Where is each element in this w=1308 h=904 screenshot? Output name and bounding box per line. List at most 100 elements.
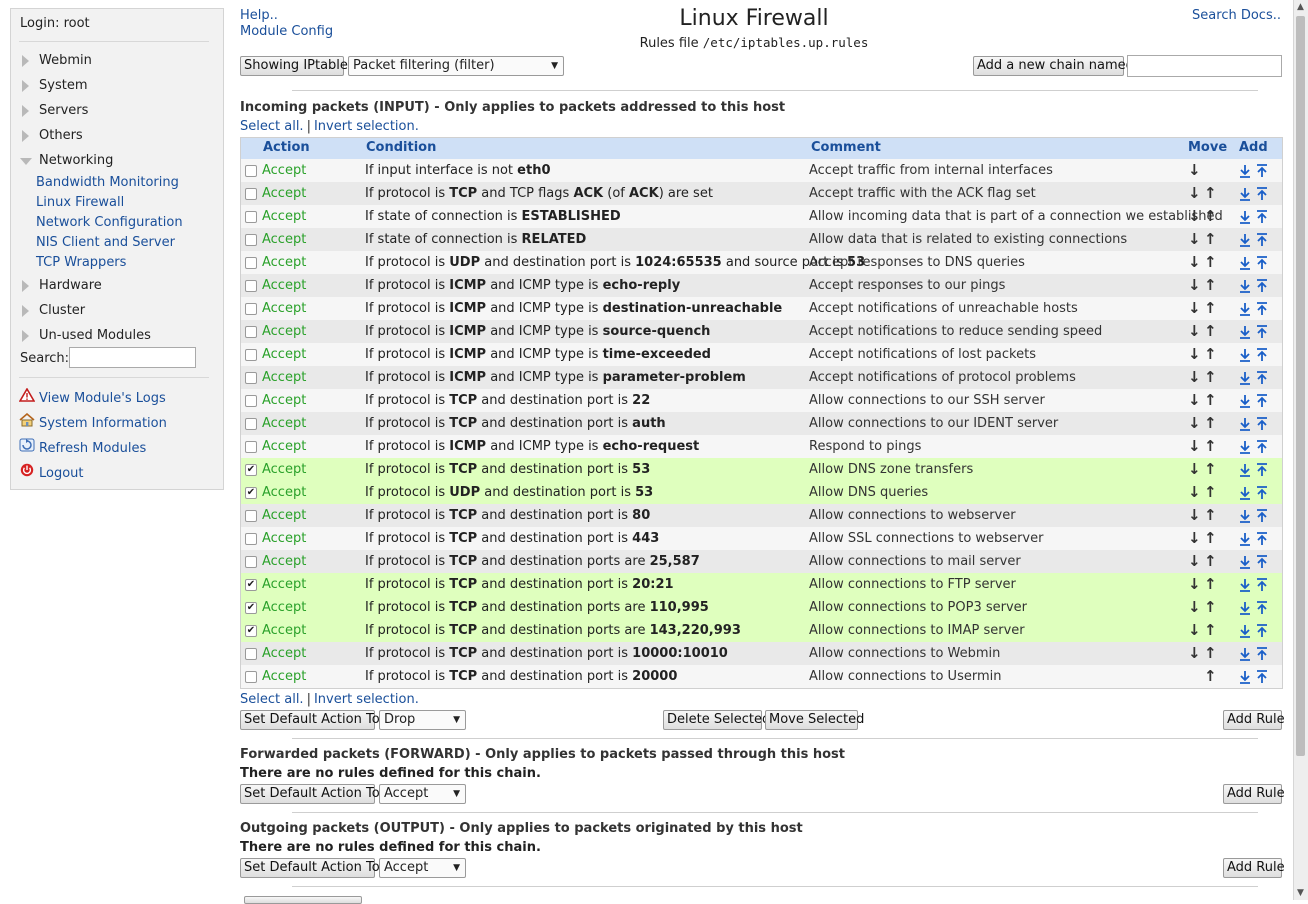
rule-action-link[interactable]: Accept [262, 458, 306, 481]
add-before-icon[interactable] [1239, 366, 1251, 389]
rule-action-link[interactable]: Accept [262, 573, 306, 596]
add-rule-button-input[interactable]: Add Rule [1223, 710, 1285, 730]
move-up-icon[interactable]: ↑ [1204, 665, 1217, 688]
add-before-icon[interactable] [1239, 596, 1251, 619]
move-down-icon[interactable]: ↓ [1188, 159, 1201, 182]
row-checkbox[interactable]: ✔ [245, 625, 257, 637]
add-before-icon[interactable] [1239, 320, 1251, 343]
add-after-icon[interactable] [1256, 435, 1268, 458]
view-logs-link[interactable]: View Module's Logs [18, 387, 166, 406]
add-after-icon[interactable] [1256, 619, 1268, 642]
rule-action-link[interactable]: Accept [262, 527, 306, 550]
add-after-icon[interactable] [1256, 159, 1268, 182]
add-after-icon[interactable] [1256, 458, 1268, 481]
sidebar-item-linux-firewall[interactable]: Linux Firewall [36, 195, 124, 210]
move-down-icon[interactable]: ↓ [1188, 182, 1201, 205]
rule-action-link[interactable]: Accept [262, 343, 306, 366]
row-checkbox[interactable] [245, 418, 257, 430]
move-up-icon[interactable]: ↑ [1204, 343, 1217, 366]
new-chain-name-input[interactable] [1127, 55, 1282, 77]
rule-action-link[interactable]: Accept [262, 412, 306, 435]
rule-action-link[interactable]: Accept [262, 297, 306, 320]
row-checkbox[interactable] [245, 257, 257, 269]
add-after-icon[interactable] [1256, 343, 1268, 366]
move-up-icon[interactable]: ↑ [1204, 228, 1217, 251]
set-default-action-button-input[interactable]: Set Default Action To: [240, 710, 384, 730]
scrollbar-thumb[interactable] [1296, 16, 1305, 756]
move-up-icon[interactable]: ↑ [1204, 596, 1217, 619]
move-down-icon[interactable]: ↓ [1188, 228, 1201, 251]
move-down-icon[interactable]: ↓ [1188, 458, 1201, 481]
row-checkbox[interactable] [245, 556, 257, 568]
move-down-icon[interactable]: ↓ [1188, 550, 1201, 573]
add-before-icon[interactable] [1239, 251, 1251, 274]
row-checkbox[interactable] [245, 303, 257, 315]
add-before-icon[interactable] [1239, 665, 1251, 688]
sidebar-item-nis-client[interactable]: NIS Client and Server [36, 235, 175, 250]
select-all-link[interactable]: Select all. [240, 692, 304, 707]
add-after-icon[interactable] [1256, 596, 1268, 619]
add-after-icon[interactable] [1256, 504, 1268, 527]
rule-action-link[interactable]: Accept [262, 596, 306, 619]
sidebar-item-network-configuration[interactable]: Network Configuration [36, 215, 183, 230]
row-checkbox[interactable]: ✔ [245, 602, 257, 614]
move-down-icon[interactable]: ↓ [1188, 297, 1201, 320]
add-after-icon[interactable] [1256, 320, 1268, 343]
vertical-scrollbar[interactable]: ▲ ▼ [1293, 0, 1308, 900]
add-after-icon[interactable] [1256, 274, 1268, 297]
move-up-icon[interactable]: ↑ [1204, 274, 1217, 297]
move-up-icon[interactable]: ↑ [1204, 573, 1217, 596]
move-down-icon[interactable]: ↓ [1188, 527, 1201, 550]
row-checkbox[interactable]: ✔ [245, 464, 257, 476]
add-after-icon[interactable] [1256, 642, 1268, 665]
move-down-icon[interactable]: ↓ [1188, 596, 1201, 619]
move-up-icon[interactable]: ↑ [1204, 619, 1217, 642]
set-default-action-button-forward[interactable]: Set Default Action To: [240, 784, 384, 804]
move-up-icon[interactable]: ↑ [1204, 297, 1217, 320]
row-checkbox[interactable] [245, 280, 257, 292]
row-checkbox[interactable] [245, 188, 257, 200]
move-down-icon[interactable]: ↓ [1188, 619, 1201, 642]
row-checkbox[interactable] [245, 533, 257, 545]
rule-action-link[interactable]: Accept [262, 228, 306, 251]
partial-button-offscreen[interactable] [244, 896, 362, 904]
rule-action-link[interactable]: Accept [262, 320, 306, 343]
rule-action-link[interactable]: Accept [262, 435, 306, 458]
add-after-icon[interactable] [1256, 481, 1268, 504]
add-before-icon[interactable] [1239, 619, 1251, 642]
move-up-icon[interactable]: ↑ [1204, 389, 1217, 412]
move-up-icon[interactable]: ↑ [1204, 458, 1217, 481]
move-down-icon[interactable]: ↓ [1188, 366, 1201, 389]
move-down-icon[interactable]: ↓ [1188, 389, 1201, 412]
row-checkbox[interactable] [245, 510, 257, 522]
row-checkbox[interactable] [245, 211, 257, 223]
default-action-select-output[interactable]: Accept ▼ [379, 858, 466, 878]
rule-action-link[interactable]: Accept [262, 366, 306, 389]
add-before-icon[interactable] [1239, 182, 1251, 205]
move-down-icon[interactable]: ↓ [1188, 642, 1201, 665]
move-down-icon[interactable]: ↓ [1188, 274, 1201, 297]
refresh-modules-link[interactable]: Refresh Modules [19, 438, 146, 456]
add-after-icon[interactable] [1256, 366, 1268, 389]
move-up-icon[interactable]: ↑ [1204, 435, 1217, 458]
set-default-action-button-output[interactable]: Set Default Action To: [240, 858, 384, 878]
add-before-icon[interactable] [1239, 205, 1251, 228]
row-checkbox[interactable] [245, 349, 257, 361]
sidebar-item-bandwidth-monitoring[interactable]: Bandwidth Monitoring [36, 175, 179, 190]
move-up-icon[interactable]: ↑ [1204, 251, 1217, 274]
rule-action-link[interactable]: Accept [262, 504, 306, 527]
move-selected-button[interactable]: Move Selected [765, 710, 864, 730]
move-up-icon[interactable]: ↑ [1204, 366, 1217, 389]
move-down-icon[interactable]: ↓ [1188, 412, 1201, 435]
module-config-link[interactable]: Module Config [240, 24, 333, 39]
move-up-icon[interactable]: ↑ [1204, 642, 1217, 665]
move-down-icon[interactable]: ↓ [1188, 504, 1201, 527]
rule-action-link[interactable]: Accept [262, 159, 306, 182]
rule-action-link[interactable]: Accept [262, 619, 306, 642]
add-before-icon[interactable] [1239, 642, 1251, 665]
select-all-link[interactable]: Select all. [240, 119, 304, 134]
row-checkbox[interactable] [245, 671, 257, 683]
search-input[interactable] [69, 347, 196, 368]
add-before-icon[interactable] [1239, 297, 1251, 320]
add-before-icon[interactable] [1239, 228, 1251, 251]
